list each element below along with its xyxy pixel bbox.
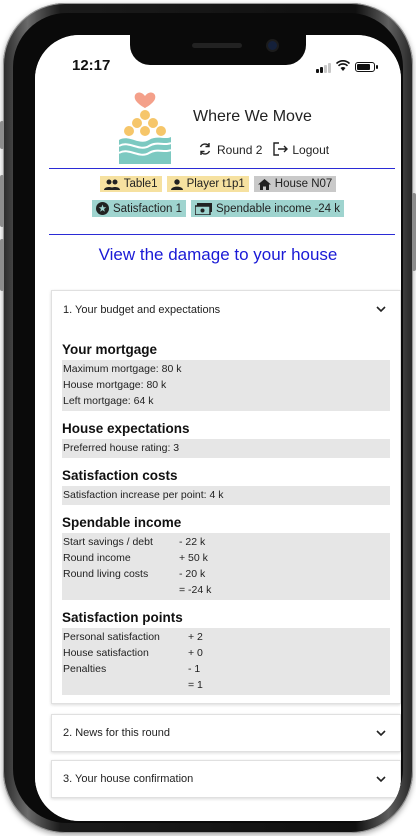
player-badge: Player t1p1 (166, 176, 249, 192)
expectations-block: Preferred house rating: 3 (62, 439, 390, 458)
app-header: Where We Move Round 2 Logout (35, 90, 401, 168)
house-confirmation-accordion-header[interactable]: 3. Your house confirmation (52, 761, 400, 797)
house-confirmation-accordion: 3. Your house confirmation (51, 760, 401, 798)
satisfaction-costs-line: Satisfaction increase per point: 4 k (63, 489, 224, 501)
status-icons (316, 58, 378, 76)
mortgage-line: Left mortgage: 64 k (63, 395, 154, 407)
table-label: Table1 (123, 178, 158, 190)
house-label: House N07 (274, 178, 333, 190)
battery-icon (355, 62, 378, 72)
news-accordion-header[interactable]: 2. News for this round (52, 715, 400, 751)
expectations-line: Preferred house rating: 3 (63, 442, 180, 454)
spendable-row: Start savings / debt - 22 k (63, 536, 206, 548)
camera-icon (268, 41, 277, 50)
chevron-down-icon (374, 726, 388, 740)
satisfaction-total-row: = 1 (188, 679, 203, 691)
round-sync-icon (198, 142, 212, 158)
spendable-income-block: Start savings / debt - 22 k Round income +… (62, 533, 390, 600)
chevron-down-icon (374, 303, 388, 317)
satisfaction-costs-title: Satisfaction costs (62, 468, 178, 483)
satisfaction-row: House satisfaction + 0 (63, 647, 203, 659)
player-tags-row-2: Satisfaction 1 Spendable income -24 k (35, 200, 401, 217)
status-time: 12:17 (72, 57, 111, 74)
mortgage-block: Maximum mortgage: 80 k House mortgage: 8… (62, 360, 390, 411)
group-icon (103, 179, 120, 190)
logout-icon (273, 142, 289, 158)
star-circle-icon (95, 202, 109, 215)
accordion-label: 3. Your house confirmation (63, 773, 194, 785)
phone-notch (130, 35, 306, 65)
accordion-label: 1. Your budget and expectations (63, 303, 221, 316)
satisfaction-costs-block: Satisfaction increase per point: 4 k (62, 486, 390, 505)
header-divider (49, 168, 395, 169)
satisfaction-points-block: Personal satisfaction + 2 House satisfact… (62, 628, 390, 695)
person-icon (170, 178, 183, 190)
budget-accordion-body: Your mortgage Maximum mortgage: 80 k Hou… (52, 342, 400, 695)
news-accordion: 2. News for this round (51, 714, 401, 752)
page-title: View the damage to your house (98, 245, 338, 264)
spendable-row: Round living costs - 20 k (63, 568, 206, 580)
logout-label: Logout (292, 143, 330, 157)
house-badge: House N07 (253, 176, 337, 192)
satisfaction-badge: Satisfaction 1 (91, 200, 186, 217)
spendable-row: Round income + 50 k (63, 552, 208, 564)
player-tags-row-1: Table1 Player t1p1 House N07 (35, 176, 401, 192)
logout-button[interactable]: Logout (273, 142, 329, 158)
app-logo (119, 92, 171, 164)
satisfaction-label: Satisfaction 1 (112, 202, 182, 215)
table-badge: Table1 (99, 176, 162, 192)
spendable-income-title: Spendable income (62, 515, 182, 530)
signal-icon (316, 62, 331, 73)
round-row: Round 2 Logout (198, 142, 329, 158)
satisfaction-row: Penalties - 1 (63, 663, 201, 675)
mortgage-line: House mortgage: 80 k (63, 379, 167, 391)
spendable-income-label: Spendable income -24 k (216, 202, 341, 215)
expectations-title: House expectations (62, 421, 190, 436)
mortgage-title: Your mortgage (62, 342, 158, 357)
mortgage-line: Maximum mortgage: 80 k (63, 363, 182, 375)
phone-frame: Where We Move Round 2 Logout Table1 Play… (0, 3, 416, 833)
home-icon (257, 178, 271, 190)
app-title: Where We Move (193, 108, 312, 125)
spendable-total-row: = -24 k (179, 584, 212, 596)
budget-accordion: 1. Your budget and expectations Your mor… (51, 290, 401, 704)
wifi-icon (335, 58, 351, 76)
accordion-label: 2. News for this round (63, 727, 170, 739)
satisfaction-points-title: Satisfaction points (62, 610, 183, 625)
phone-screen: Where We Move Round 2 Logout Table1 Play… (35, 35, 401, 821)
spendable-income-badge: Spendable income -24 k (191, 200, 345, 217)
round-label: Round 2 (217, 143, 263, 157)
app-page: Where We Move Round 2 Logout Table1 Play… (35, 35, 401, 821)
money-icon (195, 202, 212, 215)
player-label: Player t1p1 (186, 178, 245, 190)
satisfaction-row: Personal satisfaction + 2 (63, 631, 203, 643)
budget-accordion-header[interactable]: 1. Your budget and expectations (52, 291, 400, 328)
tags-divider (49, 234, 395, 235)
chevron-down-icon (374, 772, 388, 786)
